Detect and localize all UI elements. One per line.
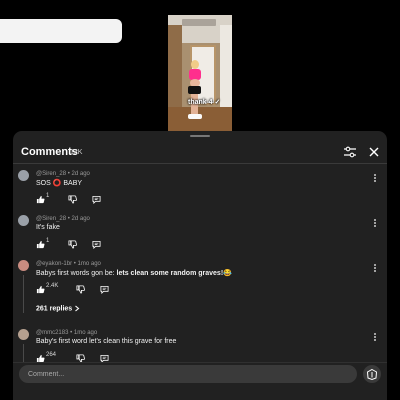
like-count: 1 <box>46 193 50 199</box>
comment-author[interactable]: @mmc2183 <box>36 330 68 336</box>
thumbs-down-icon[interactable] <box>76 281 85 294</box>
comment-author[interactable]: @Siren_28 <box>36 216 66 222</box>
reply-icon[interactable] <box>92 236 101 250</box>
replies-count: 261 replies <box>36 305 73 313</box>
like-count: 2.4K <box>46 283 59 289</box>
comments-panel: Comments 12K @Siren_28 • 2d ago SOS ⭕ BA… <box>13 131 387 400</box>
avatar[interactable] <box>18 170 29 181</box>
thumbs-down-icon[interactable] <box>76 350 85 363</box>
comment-age: 1mo ago <box>77 261 101 267</box>
thumbs-down-icon[interactable] <box>68 236 77 249</box>
video-person-shorts <box>188 86 201 94</box>
search-bar-pill[interactable] <box>0 19 122 43</box>
video-person-head <box>191 60 199 69</box>
thumbs-up-icon[interactable] <box>36 281 45 294</box>
thumbs-up-icon[interactable] <box>36 236 45 249</box>
comment-meta: @mmc2183 • 1mo ago <box>36 330 98 336</box>
avatar[interactable] <box>18 329 29 340</box>
chevron-right-icon <box>75 305 80 312</box>
close-icon[interactable] <box>367 145 381 159</box>
more-options-icon[interactable] <box>371 260 379 272</box>
thread-line <box>23 275 24 313</box>
thumbs-up-icon[interactable] <box>36 191 45 204</box>
drag-handle[interactable] <box>190 135 210 137</box>
comment-author[interactable]: @Siren_28 <box>36 171 66 177</box>
more-options-icon[interactable] <box>371 215 379 227</box>
video-person-shoes <box>188 114 202 119</box>
comments-count: 12K <box>70 149 83 156</box>
more-options-icon[interactable] <box>371 170 379 182</box>
video-player[interactable]: thank 4 ✓ <box>168 15 232 133</box>
like-count: 1 <box>46 238 50 244</box>
filter-icon[interactable] <box>343 145 357 159</box>
comment-actions: 2.4K <box>36 281 236 295</box>
comment-actions: 264 <box>36 350 236 364</box>
comment-age: 2d ago <box>71 216 90 222</box>
video-floor <box>168 107 232 133</box>
laugh-emoji: 😂 <box>223 270 232 277</box>
comment-meta: @Siren_28 • 2d ago <box>36 171 90 177</box>
comment-author[interactable]: @eyakon-1br <box>36 261 72 267</box>
thumbs-up-icon[interactable] <box>36 350 45 363</box>
comment-text: SOS ⭕ BABY <box>36 180 83 187</box>
comment-text: It's fake <box>36 224 60 231</box>
comment-input[interactable] <box>19 365 357 383</box>
reply-icon[interactable] <box>100 350 109 364</box>
view-replies-button[interactable]: 261 replies <box>36 305 80 312</box>
comment-text-plain: Babys first words gon be: <box>36 270 117 277</box>
avatar[interactable] <box>18 260 29 271</box>
comment-age: 1mo ago <box>73 330 98 336</box>
comment-text: Baby's first word let's clean this grave… <box>36 338 177 345</box>
avatar[interactable] <box>18 215 29 226</box>
thread-line <box>23 344 24 364</box>
header-divider <box>13 163 387 164</box>
thumbs-down-icon[interactable] <box>68 191 77 204</box>
like-count: 264 <box>46 352 57 358</box>
comment-meta: @eyakon-1br • 1mo ago <box>36 261 101 267</box>
comment-age: 2d ago <box>71 171 90 177</box>
video-caption: thank 4 ✓ <box>188 99 221 106</box>
comment-meta: @Siren_28 • 2d ago <box>36 216 90 222</box>
comment-actions: 1 <box>36 236 236 250</box>
comment-actions: 1 <box>36 191 236 205</box>
reply-icon[interactable] <box>100 281 109 295</box>
more-options-icon[interactable] <box>371 329 379 341</box>
comment-text-highlight: lets clean some random graves! <box>116 270 224 277</box>
gift-button[interactable] <box>363 365 381 383</box>
gift-icon <box>366 368 378 381</box>
reply-icon[interactable] <box>92 191 101 205</box>
comment-text: Babys first words gon be: lets clean som… <box>36 269 232 277</box>
video-vent <box>182 19 216 26</box>
